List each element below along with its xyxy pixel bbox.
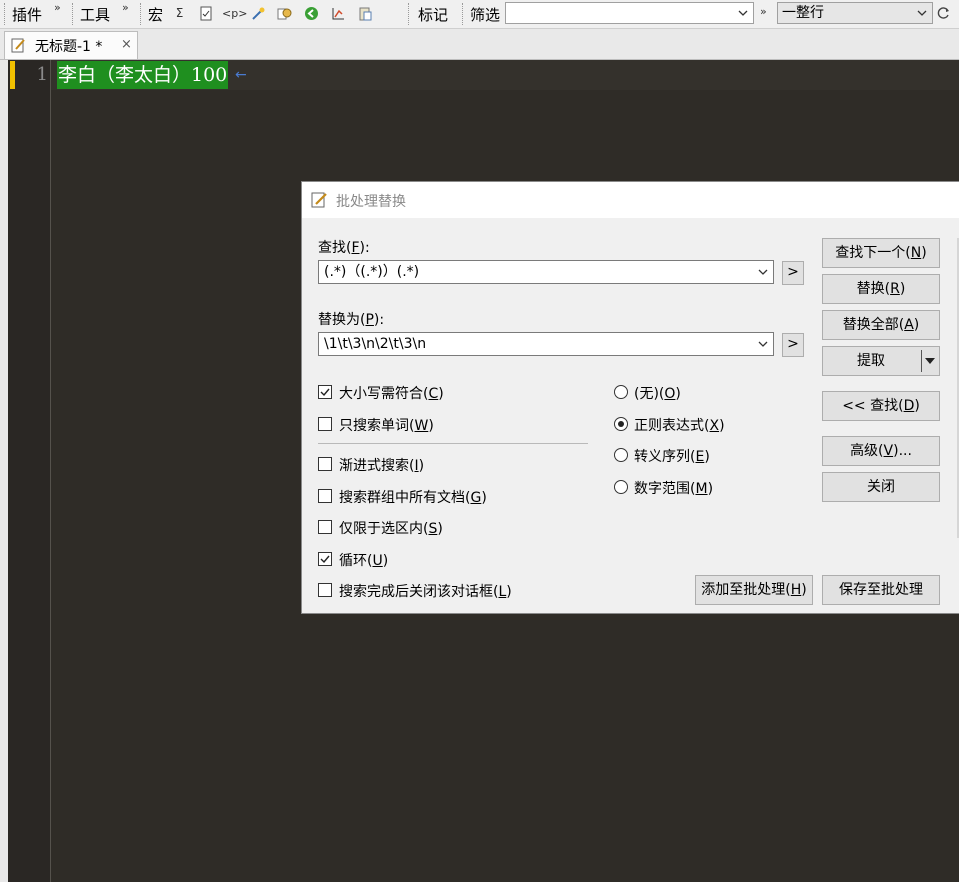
incremental-search-checkbox[interactable] <box>318 457 332 471</box>
whole-word-checkbox[interactable] <box>318 417 332 431</box>
match-case-label[interactable]: 大小写需符合(C) <box>339 383 444 403</box>
refresh-icon[interactable] <box>936 6 951 21</box>
close-after-search-checkbox[interactable] <box>318 583 332 597</box>
mode-numeric-label[interactable]: 数字范围(M) <box>634 478 713 498</box>
find-input[interactable]: (.*)（(.*)）(.*) <box>318 260 774 284</box>
editor-line-text[interactable]: 李白（李太白）100 <box>57 61 229 89</box>
find-label: 查找(F): <box>318 240 370 256</box>
line-number: 1 <box>36 64 48 85</box>
wrap-around-label[interactable]: 循环(U) <box>339 550 388 570</box>
whole-word-label[interactable]: 只搜索单词(W) <box>339 415 434 435</box>
clipboard-icon[interactable] <box>358 6 373 21</box>
eol-arrow-icon: ← <box>235 67 247 83</box>
chevron-right-icon[interactable]: » <box>54 1 61 14</box>
mark-menu[interactable]: 标记 <box>418 4 448 25</box>
chevron-right-icon[interactable]: » <box>122 1 129 14</box>
wrap-around-checkbox[interactable] <box>318 552 332 566</box>
checkmark-icon <box>320 388 330 397</box>
find-next-button[interactable]: 查找下一个(N) <box>822 238 940 268</box>
dropdown-arrow-icon[interactable] <box>924 357 936 365</box>
find-expand-button[interactable]: > <box>782 261 804 285</box>
macro-menu[interactable]: 宏 <box>148 4 163 25</box>
toolbar-grip[interactable] <box>4 3 6 25</box>
advanced-button[interactable]: 高级(V)... <box>822 436 940 466</box>
find-value: (.*)（(.*)）(.*) <box>324 264 420 280</box>
tab-title: 无标题-1 * <box>35 39 103 55</box>
tab-untitled-1[interactable]: 无标题-1 * × <box>4 31 138 59</box>
filter-combobox[interactable] <box>505 2 754 24</box>
toolbar-separator <box>140 3 142 25</box>
filter-label: 筛选 <box>470 6 501 24</box>
line-mode-select[interactable]: 一整行 <box>777 2 933 24</box>
in-selection-checkbox[interactable] <box>318 520 332 534</box>
find-less-button[interactable]: << 查找(D) <box>822 391 940 421</box>
add-to-batch-button[interactable]: 添加至批处理(H) <box>695 575 813 605</box>
wand-icon[interactable] <box>251 6 266 21</box>
extract-split-button[interactable]: 提取 <box>822 346 940 376</box>
chevron-down-icon <box>917 10 927 16</box>
extract-label: 提取 <box>857 353 885 369</box>
batch-replace-dialog: 批处理替换 查找(F): (.*)（(.*)）(.*) > 替换为(P): \1… <box>301 181 959 614</box>
save-to-batch-button[interactable]: 保存至批处理 <box>822 575 940 605</box>
background-window-edge <box>0 60 8 882</box>
plugins-menu[interactable]: 插件 <box>12 4 42 25</box>
split-divider <box>921 350 922 372</box>
sigma-icon[interactable]: Σ <box>172 6 187 21</box>
overflow-chevron-icon[interactable]: » <box>760 5 767 18</box>
dialog-title-bar[interactable]: 批处理替换 <box>302 182 959 218</box>
radio-selected-dot <box>618 421 624 427</box>
toolbar-separator <box>72 3 74 25</box>
replace-button[interactable]: 替换(R) <box>822 274 940 304</box>
tools-menu[interactable]: 工具 <box>80 4 110 25</box>
green-arrow-icon[interactable] <box>304 6 319 21</box>
close-icon[interactable]: × <box>121 37 132 52</box>
line-number-gutter <box>8 60 51 882</box>
mode-regex-label[interactable]: 正则表达式(X) <box>634 415 725 435</box>
replace-input[interactable]: \1\t\3\n\2\t\3\n <box>318 332 774 356</box>
document-check-icon[interactable] <box>198 6 213 21</box>
dialog-app-icon <box>311 191 329 213</box>
close-after-search-label[interactable]: 搜索完成后关闭该对话框(L) <box>339 581 512 601</box>
toolbar-separator <box>462 3 464 25</box>
in-selection-label[interactable]: 仅限于选区内(S) <box>339 518 443 538</box>
dialog-title: 批处理替换 <box>336 194 406 210</box>
toolbar-separator <box>408 3 410 25</box>
replace-all-button[interactable]: 替换全部(A) <box>822 310 940 340</box>
match-case-checkbox[interactable] <box>318 385 332 399</box>
all-documents-checkbox[interactable] <box>318 489 332 503</box>
document-edit-icon <box>11 37 27 57</box>
chevron-down-icon[interactable] <box>757 261 769 283</box>
chart-edit-icon[interactable] <box>331 6 346 21</box>
mode-numeric-radio[interactable] <box>614 480 628 494</box>
replace-value: \1\t\3\n\2\t\3\n <box>324 336 427 352</box>
toolbar: 插件 » 工具 » 宏 Σ <p> 标记 筛选 » 一整行 <box>0 0 959 29</box>
replace-expand-button[interactable]: > <box>782 333 804 357</box>
html-tag-icon[interactable]: <p> <box>222 6 247 21</box>
incremental-search-label[interactable]: 渐进式搜索(I) <box>339 455 424 475</box>
replace-label: 替换为(P): <box>318 312 385 328</box>
mode-none-label[interactable]: (无)(O) <box>634 383 681 403</box>
copy-document-icon[interactable] <box>277 6 292 21</box>
line-mode-value: 一整行 <box>782 5 824 21</box>
all-documents-label[interactable]: 搜索群组中所有文档(G) <box>339 487 487 507</box>
options-divider <box>318 443 588 444</box>
checkmark-icon <box>320 555 330 564</box>
mode-escape-label[interactable]: 转义序列(E) <box>634 446 710 466</box>
mode-escape-radio[interactable] <box>614 448 628 462</box>
chevron-down-icon <box>738 10 748 16</box>
mode-regex-radio[interactable] <box>614 417 628 431</box>
mode-none-radio[interactable] <box>614 385 628 399</box>
tab-bar: 无标题-1 * × <box>0 29 959 60</box>
close-button[interactable]: 关闭 <box>822 472 940 502</box>
chevron-down-icon[interactable] <box>757 333 769 355</box>
